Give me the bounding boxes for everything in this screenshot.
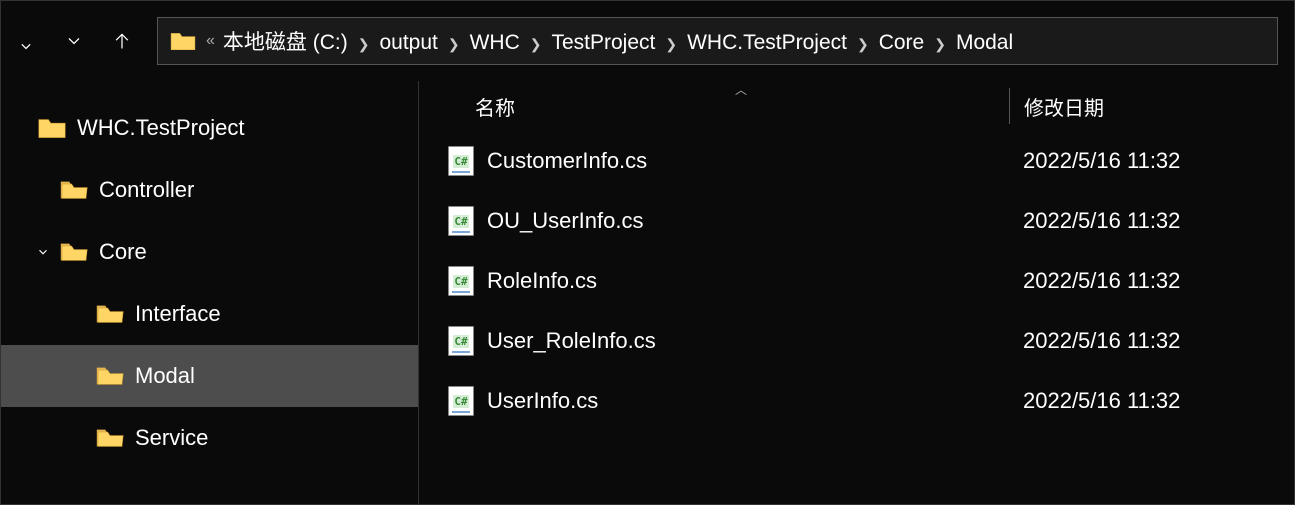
tree-item[interactable]: Service — [1, 407, 418, 469]
chevron-right-icon[interactable]: ❯ — [530, 36, 542, 52]
breadcrumb-segment[interactable]: output — [379, 31, 437, 54]
file-name: CustomerInfo.cs — [475, 148, 1009, 174]
main-area: WHC.TestProject Controller Core Interface Mo… — [1, 81, 1294, 504]
file-icon-wrap — [419, 326, 475, 356]
tree-item[interactable]: Modal — [1, 345, 418, 407]
file-date: 2022/5/16 11:32 — [1009, 148, 1294, 174]
file-date: 2022/5/16 11:32 — [1009, 268, 1294, 294]
tree-item-label: Service — [135, 425, 208, 451]
content-pane[interactable]: ︿ 名称 修改日期 CustomerInfo.cs2022/5/16 11:32… — [419, 81, 1294, 504]
chevron-right-icon[interactable]: ❯ — [665, 36, 677, 52]
recent-locations-dropdown[interactable] — [53, 20, 95, 62]
chevron-right-icon[interactable]: ❯ — [448, 36, 460, 52]
tree-pane[interactable]: WHC.TestProject Controller Core Interface Mo… — [1, 81, 419, 504]
file-name: OU_UserInfo.cs — [475, 208, 1009, 234]
chevron-right-icon[interactable]: ❯ — [358, 36, 370, 52]
tree-item-label: WHC.TestProject — [77, 115, 244, 141]
file-row[interactable]: OU_UserInfo.cs2022/5/16 11:32 — [419, 191, 1294, 251]
breadcrumb-segment[interactable]: WHC — [470, 31, 520, 54]
tree-item[interactable]: Controller — [1, 159, 418, 221]
folder-icon — [59, 178, 89, 202]
file-row[interactable]: User_RoleInfo.cs2022/5/16 11:32 — [419, 311, 1294, 371]
column-header-date[interactable]: 修改日期 — [1022, 92, 1294, 121]
breadcrumb-segment[interactable]: 本地磁盘 (C:) — [223, 31, 348, 54]
nav-forward-dropdown[interactable] — [5, 20, 47, 62]
tree-item-label: Controller — [99, 177, 194, 203]
file-row[interactable]: CustomerInfo.cs2022/5/16 11:32 — [419, 131, 1294, 191]
column-header-name[interactable]: 名称 — [419, 92, 1009, 121]
file-icon-wrap — [419, 386, 475, 416]
folder-icon — [37, 116, 67, 140]
toolbar: « 本地磁盘 (C:) ❯ output ❯ WHC ❯ TestProject ❯ WHC.T… — [1, 1, 1294, 81]
tree-item[interactable]: Core — [1, 221, 418, 283]
breadcrumb-segment[interactable]: WHC.TestProject — [687, 31, 847, 54]
file-icon-wrap — [419, 206, 475, 236]
breadcrumb-segment[interactable]: Core — [879, 31, 925, 54]
file-row[interactable]: UserInfo.cs2022/5/16 11:32 — [419, 371, 1294, 431]
file-row[interactable]: RoleInfo.cs2022/5/16 11:32 — [419, 251, 1294, 311]
breadcrumb-segment[interactable]: TestProject — [551, 31, 655, 54]
column-divider[interactable] — [1009, 88, 1010, 124]
chevron-right-icon[interactable]: ❯ — [934, 36, 946, 52]
tree-item-label: Core — [99, 239, 147, 265]
file-name: UserInfo.cs — [475, 388, 1009, 414]
file-date: 2022/5/16 11:32 — [1009, 388, 1294, 414]
tree-item-label: Interface — [135, 301, 221, 327]
breadcrumb-overflow-icon[interactable]: « — [206, 32, 215, 50]
file-icon-wrap — [419, 146, 475, 176]
file-date: 2022/5/16 11:32 — [1009, 208, 1294, 234]
folder-icon — [95, 302, 125, 326]
column-headers: ︿ 名称 修改日期 — [419, 81, 1294, 131]
file-date: 2022/5/16 11:32 — [1009, 328, 1294, 354]
folder-icon — [59, 240, 89, 264]
folder-icon — [95, 364, 125, 388]
tree-item[interactable]: Interface — [1, 283, 418, 345]
csharp-file-icon — [448, 146, 474, 176]
chevron-right-icon[interactable]: ❯ — [857, 36, 869, 52]
folder-icon — [95, 426, 125, 450]
folder-icon — [170, 30, 196, 52]
tree-item-label: Modal — [135, 363, 195, 389]
csharp-file-icon — [448, 326, 474, 356]
csharp-file-icon — [448, 266, 474, 296]
csharp-file-icon — [448, 386, 474, 416]
file-icon-wrap — [419, 266, 475, 296]
breadcrumb-segment[interactable]: Modal — [956, 31, 1013, 54]
breadcrumb[interactable]: « 本地磁盘 (C:) ❯ output ❯ WHC ❯ TestProject ❯ WHC.T… — [157, 17, 1278, 65]
file-name: RoleInfo.cs — [475, 268, 1009, 294]
nav-up-button[interactable] — [101, 20, 143, 62]
chevron-down-icon[interactable] — [31, 240, 55, 264]
tree-item[interactable]: WHC.TestProject — [1, 97, 418, 159]
sort-indicator-icon: ︿ — [735, 81, 747, 98]
csharp-file-icon — [448, 206, 474, 236]
file-name: User_RoleInfo.cs — [475, 328, 1009, 354]
